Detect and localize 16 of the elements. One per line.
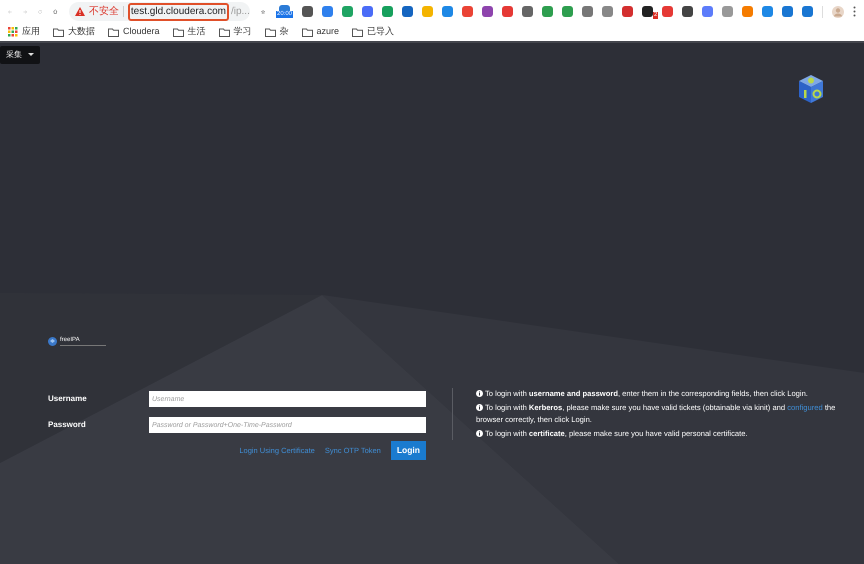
bookmark-item[interactable]: azure <box>302 25 340 39</box>
bookmark-item[interactable]: 应用 <box>8 25 40 39</box>
bookmark-item[interactable]: 生活 <box>172 25 206 39</box>
field-label: Password <box>48 419 87 431</box>
field-label: Username <box>48 393 88 405</box>
url-host: test.gld.cloudera.com <box>128 2 229 20</box>
security-label: 不安全 <box>88 4 119 19</box>
bookmark-item[interactable]: Cloudera <box>108 25 160 39</box>
url-path: /ip... <box>230 5 250 19</box>
bookmark-item[interactable]: 杂 <box>264 25 289 39</box>
bookmark-item[interactable]: 大数据 <box>53 25 95 39</box>
bookmark-item[interactable]: 学习 <box>218 25 252 39</box>
address-bar[interactable]: 不安全 test.gld.cloudera.com /ip... <box>68 2 250 21</box>
bookmark-item[interactable]: 已导入 <box>352 25 394 39</box>
login-button[interactable]: Login <box>390 441 426 460</box>
collect-dropdown-button[interactable]: 采集 <box>0 46 40 64</box>
